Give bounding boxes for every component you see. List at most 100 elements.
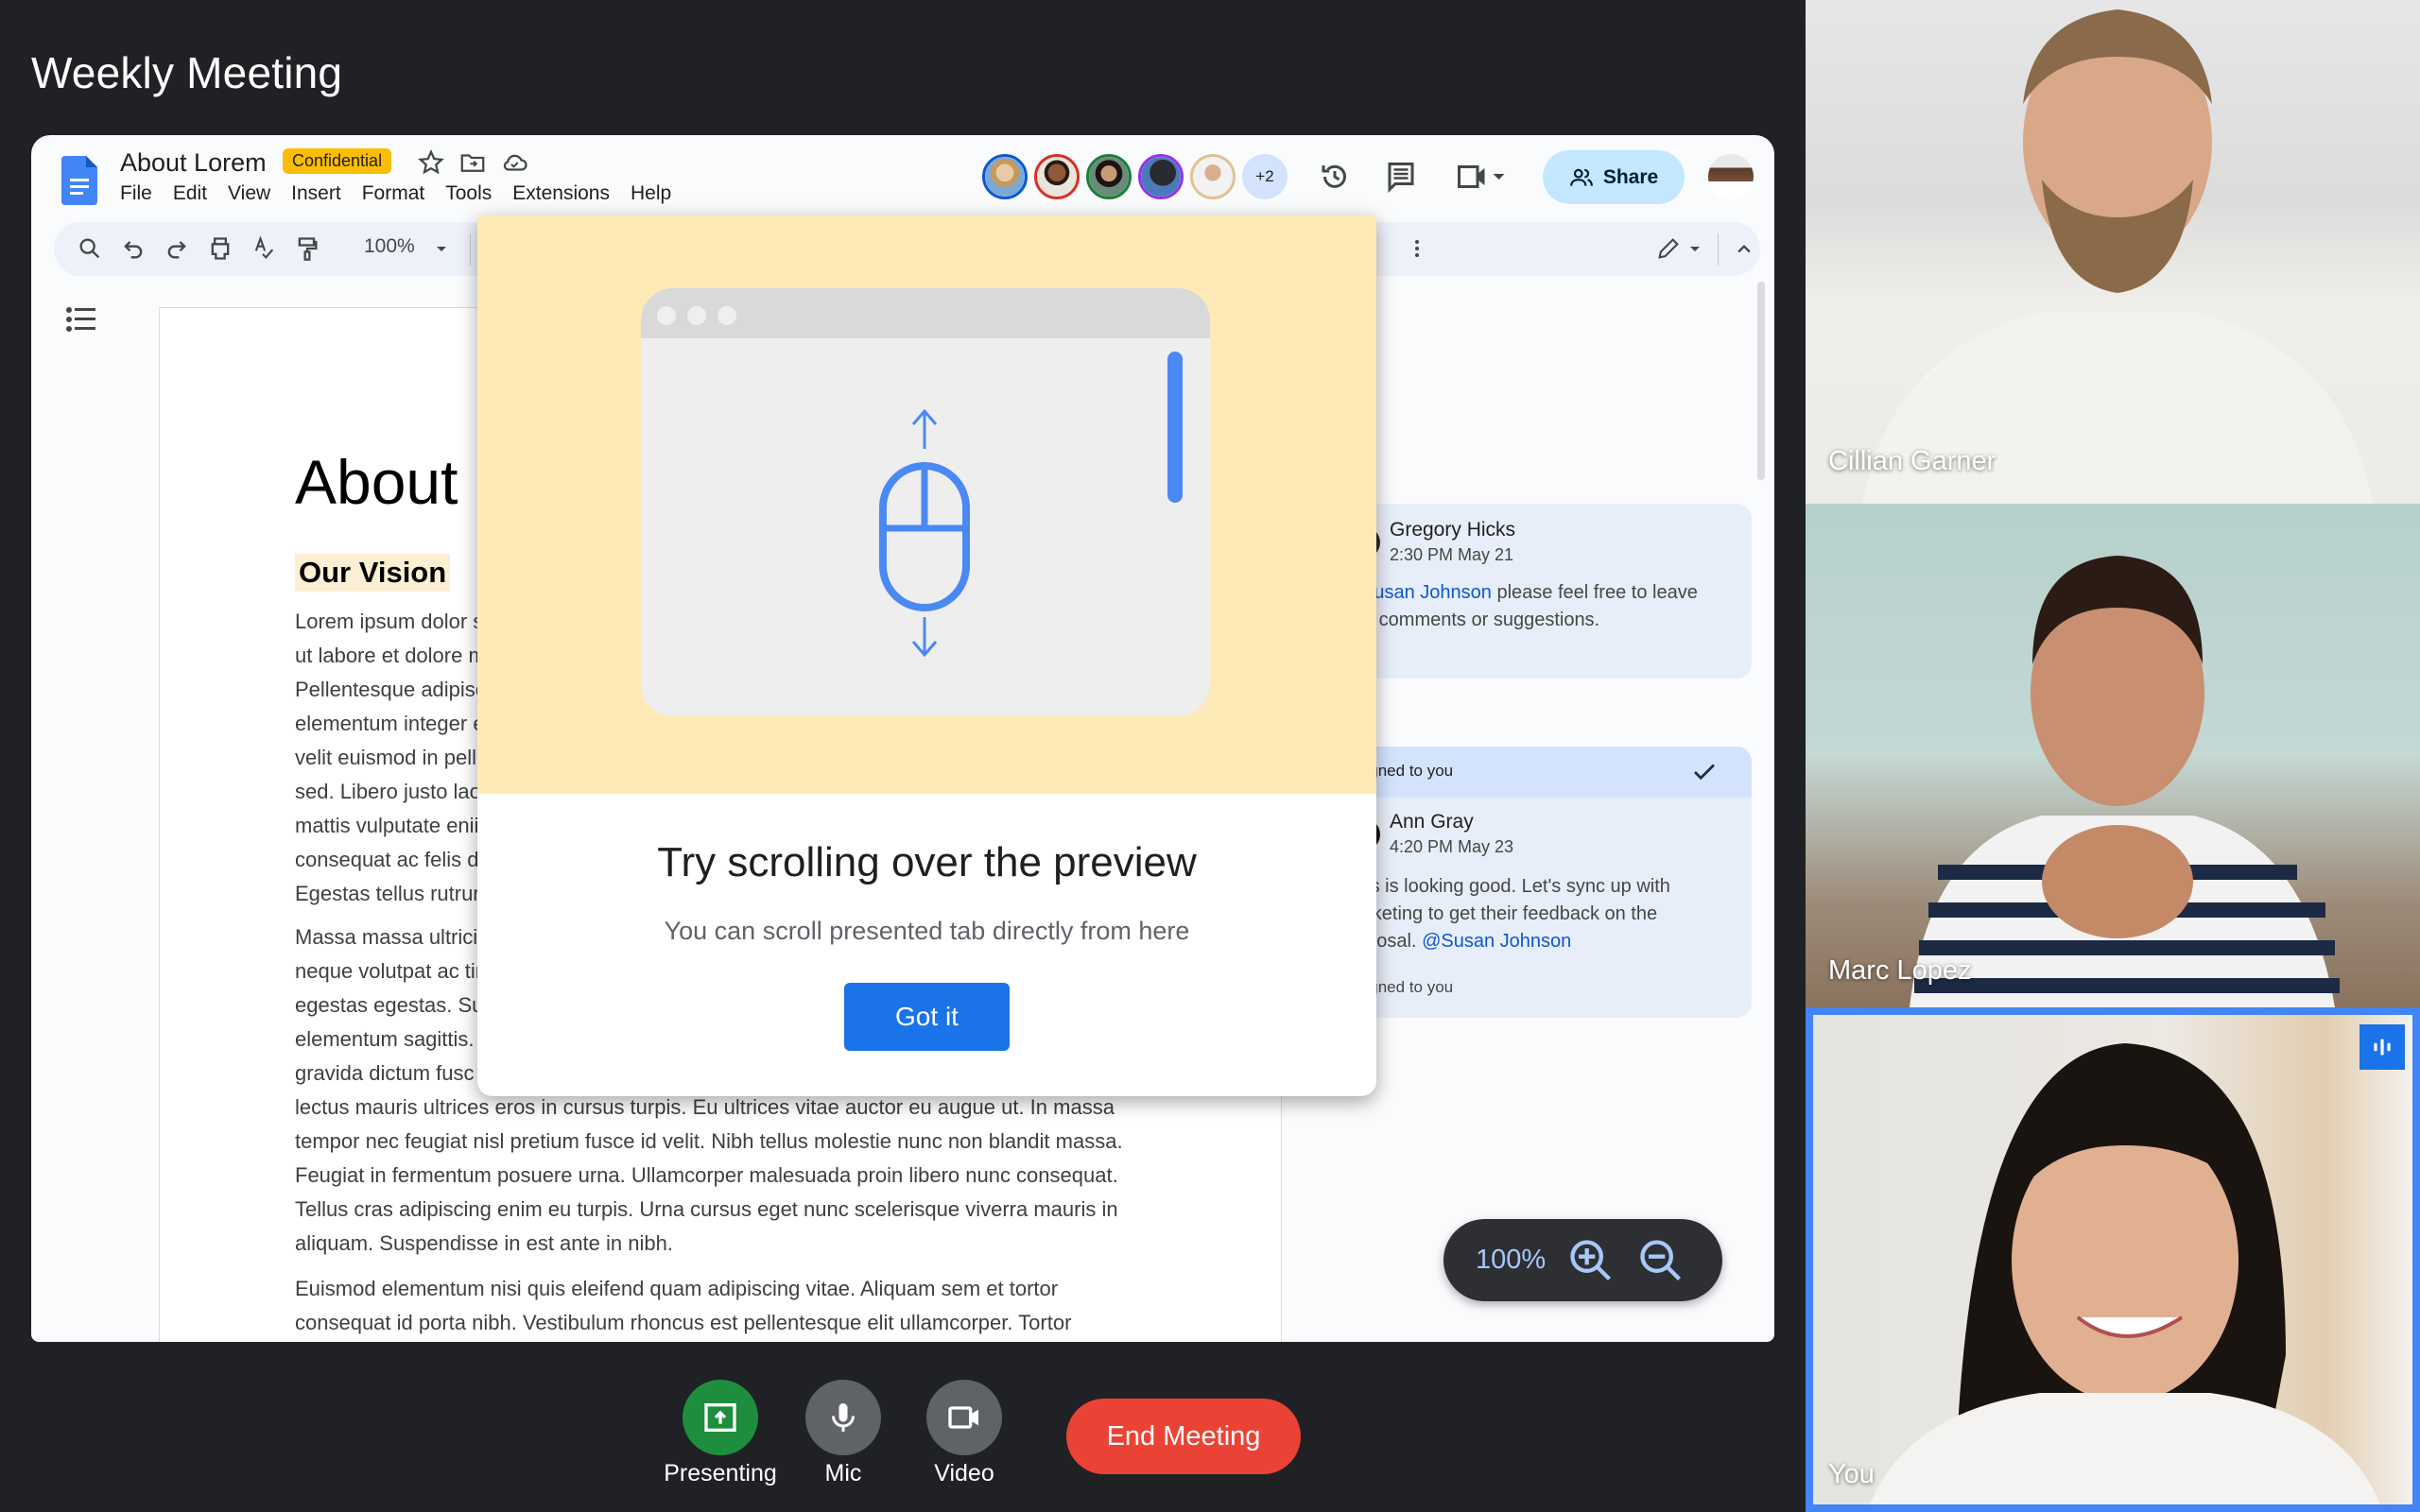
resolve-check-icon[interactable]	[1690, 758, 1719, 786]
dialog-subtitle: You can scroll presented tab directly fr…	[664, 917, 1190, 945]
got-it-button[interactable]: Got it	[844, 983, 1010, 1051]
star-icon[interactable]	[417, 148, 445, 177]
speaking-indicator	[2360, 1024, 2405, 1070]
editing-mode-icon[interactable]	[1655, 235, 1682, 262]
document-title[interactable]: About Lorem	[120, 148, 267, 178]
paragraph-line: tempor nec feugiat nisl pretium fusce id…	[295, 1129, 1123, 1153]
google-docs-icon	[61, 156, 97, 205]
comment-body: his is looking good. Let's sync up with a…	[1361, 873, 1670, 955]
menu-edit[interactable]: Edit	[173, 182, 207, 205]
present-button[interactable]	[683, 1380, 758, 1455]
self-video-tile[interactable]: You	[1806, 1007, 2420, 1512]
present-screen-icon	[704, 1403, 736, 1432]
comment-time: 2:30 PM May 21	[1390, 545, 1514, 564]
version-history-icon[interactable]	[1318, 160, 1352, 194]
more-options-icon[interactable]	[1409, 235, 1425, 262]
print-icon[interactable]	[207, 235, 233, 262]
participant-name: Marc Lopez	[1828, 955, 1972, 986]
cloud-saved-icon[interactable]	[500, 148, 528, 177]
caret-down-icon[interactable]	[432, 235, 451, 262]
mic-button[interactable]	[805, 1380, 881, 1455]
more-collaborators-badge[interactable]: +2	[1242, 154, 1288, 199]
caret-down-icon[interactable]	[1685, 235, 1704, 262]
comment-card[interactable]: Gregory Hicks 2:30 PM May 21 Susan Johns…	[1361, 504, 1752, 679]
presentation-zoom-controls: 100%	[1443, 1219, 1722, 1301]
paragraph-line: Tellus cras adipiscing enim eu turpis. U…	[295, 1197, 1118, 1221]
share-button[interactable]: Share	[1543, 150, 1685, 204]
document-paragraph: Euismod elementum nisi quis eleifend qua…	[295, 1272, 1146, 1340]
meet-camera-icon[interactable]	[1454, 160, 1507, 194]
window-dot	[657, 306, 676, 325]
zoom-level: 100%	[1476, 1245, 1547, 1275]
zoom-out-icon[interactable]	[1636, 1236, 1685, 1285]
comment-author: Ann Gray	[1390, 811, 1474, 833]
spellcheck-icon[interactable]	[251, 235, 277, 262]
share-label: Share	[1602, 165, 1659, 188]
comment-text: arketing to get their feedback on the	[1361, 903, 1658, 924]
browser-illustration	[641, 288, 1210, 716]
window-dot	[717, 306, 736, 325]
menu-extensions[interactable]: Extensions	[512, 182, 610, 205]
audio-level-icon	[2374, 1039, 2391, 1056]
mention-link[interactable]: Susan Johnson	[1361, 582, 1492, 603]
comments-icon[interactable]	[1384, 160, 1418, 194]
scrollbar-illustration	[1167, 352, 1183, 503]
comment-body: Susan Johnson please feel free to leave n…	[1361, 579, 1698, 634]
collaborator-avatar[interactable]	[982, 154, 1028, 199]
paragraph-line: consequat id porta nibh. Vestibulum rhon…	[295, 1311, 1072, 1334]
collaborator-avatar[interactable]	[1138, 154, 1184, 199]
collapse-menus-icon[interactable]	[1731, 235, 1757, 262]
meeting-title: Weekly Meeting	[31, 48, 343, 97]
assigned-comment-card[interactable]: signed to you Ann Gray 4:20 PM May 23 hi…	[1361, 747, 1752, 1018]
menu-insert[interactable]: Insert	[291, 182, 341, 205]
document-scrollbar[interactable]	[1757, 282, 1765, 480]
document-heading: About	[295, 447, 458, 517]
end-meeting-button[interactable]: End Meeting	[1066, 1399, 1301, 1474]
menu-file[interactable]: File	[120, 182, 152, 205]
mention-link[interactable]: @Susan Johnson	[1422, 931, 1571, 952]
comment-text: please feel free to leave	[1491, 582, 1698, 603]
menu-format[interactable]: Format	[362, 182, 425, 205]
video-button[interactable]	[926, 1380, 1002, 1455]
paragraph-line: Euismod elementum nisi quis eleifend qua…	[295, 1277, 1059, 1300]
window-dot	[687, 306, 706, 325]
confidential-label[interactable]: Confidential	[283, 148, 392, 174]
scroll-tip-dialog: Try scrolling over the preview You can s…	[477, 215, 1376, 1096]
search-menus-icon[interactable]	[77, 235, 103, 262]
participant-video	[1862, 9, 2373, 504]
toolbar-divider	[470, 233, 471, 266]
zoom-in-icon[interactable]	[1566, 1236, 1616, 1285]
video-label: Video	[934, 1460, 994, 1486]
mouse-scroll-icon	[879, 408, 970, 657]
menu-help[interactable]: Help	[631, 182, 671, 205]
collaborator-avatar[interactable]	[1190, 154, 1236, 199]
paragraph-line: aliquam. Suspendisse in est ante in nibh…	[295, 1231, 673, 1255]
dialog-illustration	[477, 215, 1376, 794]
menu-view[interactable]: View	[228, 182, 270, 205]
move-folder-icon[interactable]	[458, 148, 487, 177]
collaborator-avatar[interactable]	[1086, 154, 1132, 199]
account-avatar[interactable]	[1708, 154, 1754, 199]
menu-tools[interactable]: Tools	[445, 182, 492, 205]
participant-video	[1870, 1043, 2380, 1504]
video-camera-icon	[948, 1406, 978, 1429]
comment-author: Gregory Hicks	[1390, 519, 1516, 541]
comment-time: 4:20 PM May 23	[1390, 837, 1514, 856]
dialog-title: Try scrolling over the preview	[657, 839, 1197, 885]
zoom-select[interactable]: 100%	[364, 235, 415, 258]
participant-tile[interactable]: Marc Lopez	[1806, 504, 2420, 1007]
redo-icon[interactable]	[164, 235, 190, 262]
document-outline-icon[interactable]	[65, 305, 97, 334]
participant-tile[interactable]: Cillian Garner	[1806, 0, 2420, 504]
microphone-icon	[832, 1403, 855, 1432]
participant-video	[1910, 556, 2340, 1007]
undo-icon[interactable]	[120, 235, 147, 262]
comment-text: ny comments or suggestions.	[1361, 610, 1600, 630]
participant-name: You	[1828, 1459, 1875, 1489]
document-subheading: Our Vision	[295, 554, 451, 592]
menu-bar: File Edit View Insert Format Tools Exten…	[120, 182, 671, 205]
paint-format-icon[interactable]	[294, 235, 320, 262]
collaborator-avatar[interactable]	[1034, 154, 1080, 199]
people-icon	[1569, 168, 1593, 186]
paragraph-line: Feugiat in fermentum posuere urna. Ullam…	[295, 1163, 1118, 1187]
